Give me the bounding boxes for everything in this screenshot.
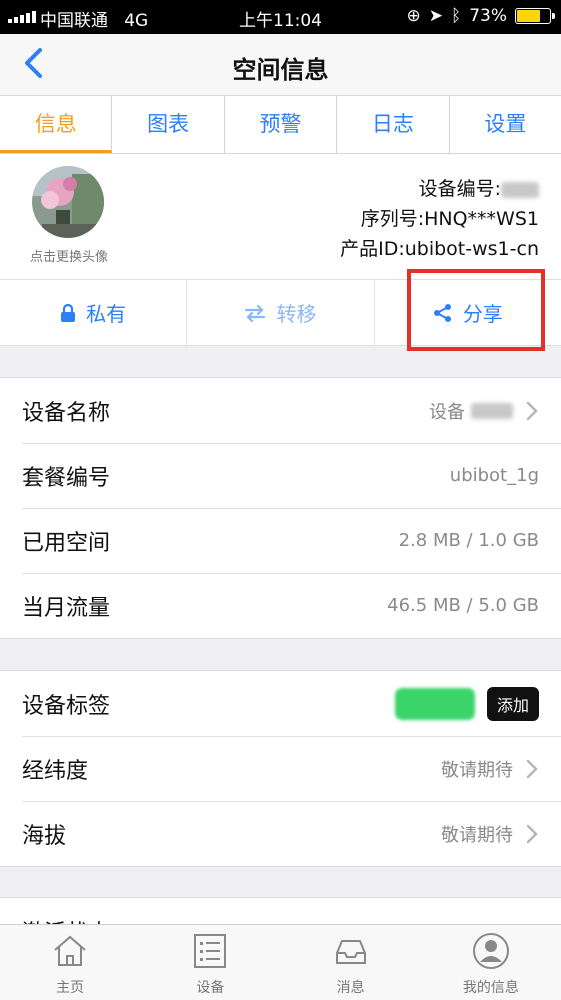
tab-bar: 信息 图表 预警 日志 设置 (0, 96, 561, 154)
device-header: 点击更换头像 设备编号: 序列号:HNQ***WS1 产品ID:ubibot-w… (0, 154, 561, 280)
avatar-caption[interactable]: 点击更换头像 (20, 246, 118, 265)
tabbar-devices[interactable]: 设备 (140, 925, 280, 1000)
status-bar: 中国联通 4G 上午11:04 ⊕ ➤ ᛒ 73% (0, 0, 561, 34)
home-icon (54, 935, 86, 966)
navigation-bar: 空间信息 (0, 34, 561, 96)
tabbar-devices-label: 设备 (196, 980, 225, 996)
tab-settings[interactable]: 设置 (450, 96, 561, 153)
lock-icon (61, 303, 76, 322)
device-number-redacted (501, 181, 539, 198)
tabbar-home[interactable]: 主页 (0, 925, 140, 1000)
device-extra-group: 设备标签 添加 经纬度 敬请期待 海拔 敬请期待 (0, 670, 561, 867)
share-icon (433, 303, 451, 322)
device-number-label: 设备编号: (418, 178, 501, 200)
used-space-label: 已用空间 (22, 530, 111, 556)
add-tag-button[interactable]: 添加 (486, 686, 539, 721)
device-info: 设备编号: 序列号:HNQ***WS1 产品ID:ubibot-ws1-cn (340, 174, 539, 264)
chevron-right-icon (526, 824, 538, 843)
serial-number: 序列号:HNQ***WS1 (360, 208, 539, 230)
row-plan-number: 套餐编号 ubibot_1g (0, 443, 561, 508)
monthly-traffic-label: 当月流量 (22, 595, 111, 621)
altitude-label: 海拔 (22, 823, 67, 849)
tab-charts[interactable]: 图表 (112, 96, 225, 153)
product-id: 产品ID:ubibot-ws1-cn (340, 238, 539, 260)
tabbar-messages-label: 消息 (336, 980, 365, 996)
tab-alerts[interactable]: 预警 (225, 96, 338, 153)
row-device-name[interactable]: 设备名称 设备 (0, 378, 561, 443)
lock-rotation-icon: ⊕ (406, 6, 421, 26)
tabbar-profile[interactable]: 我的信息 (421, 925, 561, 1000)
altitude-value: 敬请期待 (441, 824, 513, 846)
row-altitude[interactable]: 海拔 敬请期待 (0, 801, 561, 866)
share-label: 分享 (462, 302, 503, 326)
transfer-label: 转移 (276, 302, 317, 326)
device-details-group: 设备名称 设备 套餐编号 ubibot_1g 已用空间 2.8 MB / 1.0… (0, 377, 561, 639)
transfer-arrows-icon (245, 304, 266, 322)
used-space-value: 2.8 MB / 1.0 GB (398, 530, 539, 551)
private-button[interactable]: 私有 (0, 280, 188, 345)
battery-icon (515, 8, 555, 24)
coordinates-label: 经纬度 (22, 758, 89, 784)
chevron-right-icon (526, 401, 538, 420)
device-name-label: 设备名称 (22, 400, 111, 426)
monthly-traffic-value: 46.5 MB / 5.0 GB (387, 595, 539, 616)
inbox-icon (335, 940, 366, 964)
share-button[interactable]: 分享 (375, 280, 561, 345)
device-name-redacted (471, 402, 513, 419)
profile-icon (472, 933, 509, 969)
bottom-tab-bar: 主页 设备 消息 我的信息 (0, 924, 561, 1000)
tabbar-home-label: 主页 (56, 980, 85, 996)
chevron-right-icon (526, 759, 538, 778)
transfer-button[interactable]: 转移 (187, 280, 375, 345)
battery-percent: 73% (469, 6, 507, 26)
tabbar-profile-label: 我的信息 (462, 980, 519, 996)
row-device-tags: 设备标签 添加 (0, 671, 561, 736)
plan-number-value: ubibot_1g (449, 465, 539, 486)
page-title: 空间信息 (232, 56, 329, 84)
tab-info[interactable]: 信息 (0, 96, 113, 153)
device-tag-redacted[interactable] (394, 687, 475, 720)
plan-number-label: 套餐编号 (22, 465, 111, 491)
device-list-icon (194, 934, 227, 968)
private-label: 私有 (86, 302, 127, 326)
coordinates-value: 敬请期待 (441, 759, 513, 781)
location-icon: ➤ (428, 6, 443, 26)
tabbar-messages[interactable]: 消息 (281, 925, 421, 1000)
device-name-value: 设备 (429, 401, 465, 423)
row-monthly-traffic: 当月流量 46.5 MB / 5.0 GB (0, 573, 561, 638)
bluetooth-icon: ᛒ (451, 6, 462, 26)
row-coordinates[interactable]: 经纬度 敬请期待 (0, 736, 561, 801)
avatar[interactable] (32, 166, 104, 238)
action-bar: 私有 转移 分享 (0, 280, 561, 346)
tab-logs[interactable]: 日志 (337, 96, 450, 153)
device-tags-label: 设备标签 (22, 693, 111, 719)
row-used-space: 已用空间 2.8 MB / 1.0 GB (0, 508, 561, 573)
